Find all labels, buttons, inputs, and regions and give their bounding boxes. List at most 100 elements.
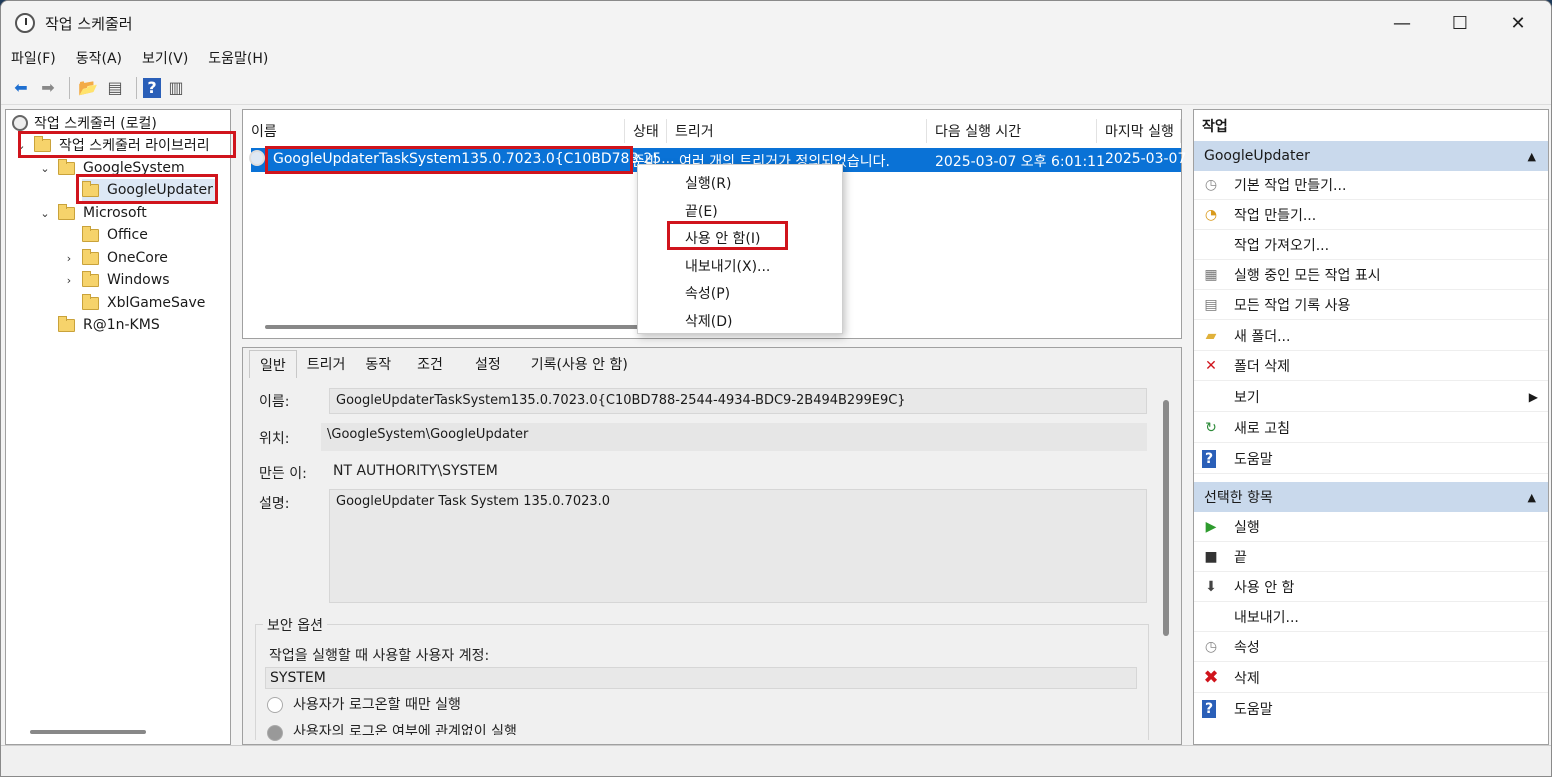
tree-item-office[interactable]: Office: [82, 224, 148, 246]
actions-section-selected[interactable]: 선택한 항목 ▲: [1194, 482, 1548, 512]
column-header-status[interactable]: 상태: [625, 119, 667, 143]
detail-vertical-scrollbar[interactable]: [1163, 400, 1169, 636]
action-label: 작업 가져오기...: [1234, 237, 1330, 254]
tab-conditions[interactable]: 조건: [401, 350, 459, 378]
action-pane-icon[interactable]: ▥: [164, 76, 188, 100]
security-options-title: 보안 옵션: [263, 615, 327, 635]
action-properties[interactable]: ◷ 속성: [1194, 632, 1548, 662]
delete-x-icon: ✖: [1203, 667, 1219, 688]
action-run[interactable]: ▶ 실행: [1194, 512, 1548, 542]
action-refresh[interactable]: ↻ 새로 고침: [1194, 413, 1548, 443]
action-create-basic-task[interactable]: ◷ 기본 작업 만들기...: [1194, 170, 1548, 200]
action-disable[interactable]: ⬇ 사용 안 함: [1194, 572, 1548, 602]
section-title: GoogleUpdater: [1204, 148, 1310, 164]
action-help-selected[interactable]: ? 도움말: [1194, 694, 1548, 724]
action-import-task[interactable]: 작업 가져오기...: [1194, 230, 1548, 260]
tree-item-label: Office: [107, 227, 148, 243]
highlight-box: [76, 174, 218, 204]
tree-item-label: Windows: [107, 272, 170, 288]
tree-item-r1n-kms[interactable]: R@1n-KMS: [58, 314, 160, 336]
context-item-properties[interactable]: 속성(P): [685, 283, 730, 303]
name-field[interactable]: GoogleUpdaterTaskSystem135.0.7023.0{C10B…: [329, 388, 1147, 414]
tab-triggers[interactable]: 트리거: [297, 350, 356, 378]
status-bar: [1, 745, 1551, 776]
context-item-delete[interactable]: 삭제(D): [685, 311, 732, 331]
task-next-run: 2025-03-07 오후 6:01:11: [935, 154, 1105, 170]
action-new-folder[interactable]: ▰ 새 폴더...: [1194, 321, 1548, 351]
actions-section-googleupdater[interactable]: GoogleUpdater ▲: [1194, 141, 1548, 171]
action-display-running[interactable]: ▦ 실행 중인 모든 작업 표시: [1194, 260, 1548, 290]
action-label: 보기: [1234, 389, 1260, 406]
minimize-button[interactable]: —: [1373, 1, 1431, 45]
menu-help[interactable]: 도움말(H): [208, 48, 268, 68]
chevron-right-icon[interactable]: ›: [62, 274, 76, 287]
context-item-end[interactable]: 끝(E): [685, 201, 718, 221]
chevron-down-icon[interactable]: ⌄: [38, 207, 52, 220]
tree-item-xblgamesave[interactable]: XblGameSave: [82, 292, 205, 314]
submenu-arrow-icon: ▶: [1528, 389, 1538, 404]
show-hide-tree-icon[interactable]: ▤: [103, 76, 127, 100]
context-item-run[interactable]: 실행(R): [685, 173, 731, 193]
delete-x-icon: ✕: [1205, 357, 1217, 374]
maximize-button[interactable]: ☐: [1431, 1, 1489, 45]
highlight-box: [18, 131, 236, 158]
action-label: 새 폴더...: [1234, 328, 1291, 345]
location-field[interactable]: \GoogleSystem\GoogleUpdater: [321, 423, 1147, 451]
column-header-next-run[interactable]: 다음 실행 시간: [927, 119, 1097, 143]
tab-settings[interactable]: 설정: [459, 350, 517, 378]
tree-item-windows[interactable]: › Windows: [62, 269, 170, 291]
radio-run-whether-logged-on-label: 사용자의 로그온 여부에 관계없이 실행: [293, 724, 517, 735]
action-delete-folder[interactable]: ✕ 폴더 삭제: [1194, 351, 1548, 381]
menu-view[interactable]: 보기(V): [142, 48, 188, 68]
collapse-icon[interactable]: ▲: [1528, 150, 1536, 163]
action-enable-history[interactable]: ▤ 모든 작업 기록 사용: [1194, 290, 1548, 320]
tab-actions[interactable]: 동작: [355, 350, 401, 378]
chevron-right-icon[interactable]: ›: [62, 252, 76, 265]
stop-icon: ■: [1204, 548, 1218, 565]
action-label: 기본 작업 만들기...: [1234, 177, 1347, 194]
tab-general[interactable]: 일반: [249, 350, 297, 378]
tab-history[interactable]: 기록(사용 안 함): [517, 350, 642, 378]
tree-horizontal-scrollbar[interactable]: [30, 730, 146, 734]
forward-arrow-icon[interactable]: ➡: [36, 76, 60, 100]
close-button[interactable]: ✕: [1489, 1, 1547, 45]
tree-item-onecore[interactable]: › OneCore: [62, 247, 168, 269]
radio-logon-only-label: 사용자가 로그온할 때만 실행: [293, 697, 461, 713]
action-end[interactable]: ■ 끝: [1194, 542, 1548, 572]
highlight-box: [265, 146, 633, 174]
column-header-trigger[interactable]: 트리거: [667, 119, 927, 143]
task-clock-icon: [249, 150, 265, 166]
action-view[interactable]: 보기 ▶: [1194, 382, 1548, 412]
create-task-icon: ◔: [1204, 206, 1218, 223]
tree-item-label: Microsoft: [83, 205, 147, 221]
radio-run-whether-logged-on[interactable]: [267, 725, 283, 741]
folder-icon: [58, 158, 75, 175]
action-help[interactable]: ? 도움말: [1194, 444, 1548, 474]
account-field[interactable]: SYSTEM: [265, 667, 1137, 689]
context-item-export[interactable]: 내보내기(X)...: [685, 256, 770, 276]
column-header-name[interactable]: 이름: [243, 119, 625, 143]
up-folder-icon[interactable]: 📂: [76, 76, 100, 100]
radio-logon-only[interactable]: [267, 697, 283, 713]
back-arrow-icon[interactable]: ⬅: [9, 76, 33, 100]
folder-icon: [58, 315, 75, 332]
list-horizontal-scrollbar[interactable]: [265, 325, 645, 329]
help-icon[interactable]: ?: [143, 77, 161, 98]
tree-item-microsoft[interactable]: ⌄ Microsoft: [38, 202, 147, 224]
action-export[interactable]: 내보내기...: [1194, 602, 1548, 632]
column-header-last-run[interactable]: 마지막 실행: [1097, 119, 1181, 143]
chevron-down-icon[interactable]: ⌄: [38, 162, 52, 175]
description-field[interactable]: GoogleUpdater Task System 135.0.7023.0: [329, 489, 1147, 603]
action-label: 폴더 삭제: [1234, 358, 1290, 375]
author-label: 만든 이:: [259, 466, 307, 482]
collapse-icon[interactable]: ▲: [1528, 491, 1536, 504]
action-create-task[interactable]: ◔ 작업 만들기...: [1194, 200, 1548, 230]
actions-pane: 작업 GoogleUpdater ▲ ◷ 기본 작업 만들기... ◔ 작업 만들기…: [1193, 109, 1549, 745]
action-label: 도움말: [1234, 702, 1273, 718]
folder-icon: [58, 203, 75, 220]
action-label: 도움말: [1234, 451, 1273, 468]
menu-file[interactable]: 파일(F): [11, 48, 56, 68]
tree-pane: 작업 스케줄러 (로컬) ⌄ 작업 스케줄러 라이브러리 ⌄ GoogleSys…: [5, 109, 236, 745]
menu-action[interactable]: 동작(A): [76, 48, 122, 68]
action-delete[interactable]: ✖ 삭제: [1194, 663, 1548, 693]
